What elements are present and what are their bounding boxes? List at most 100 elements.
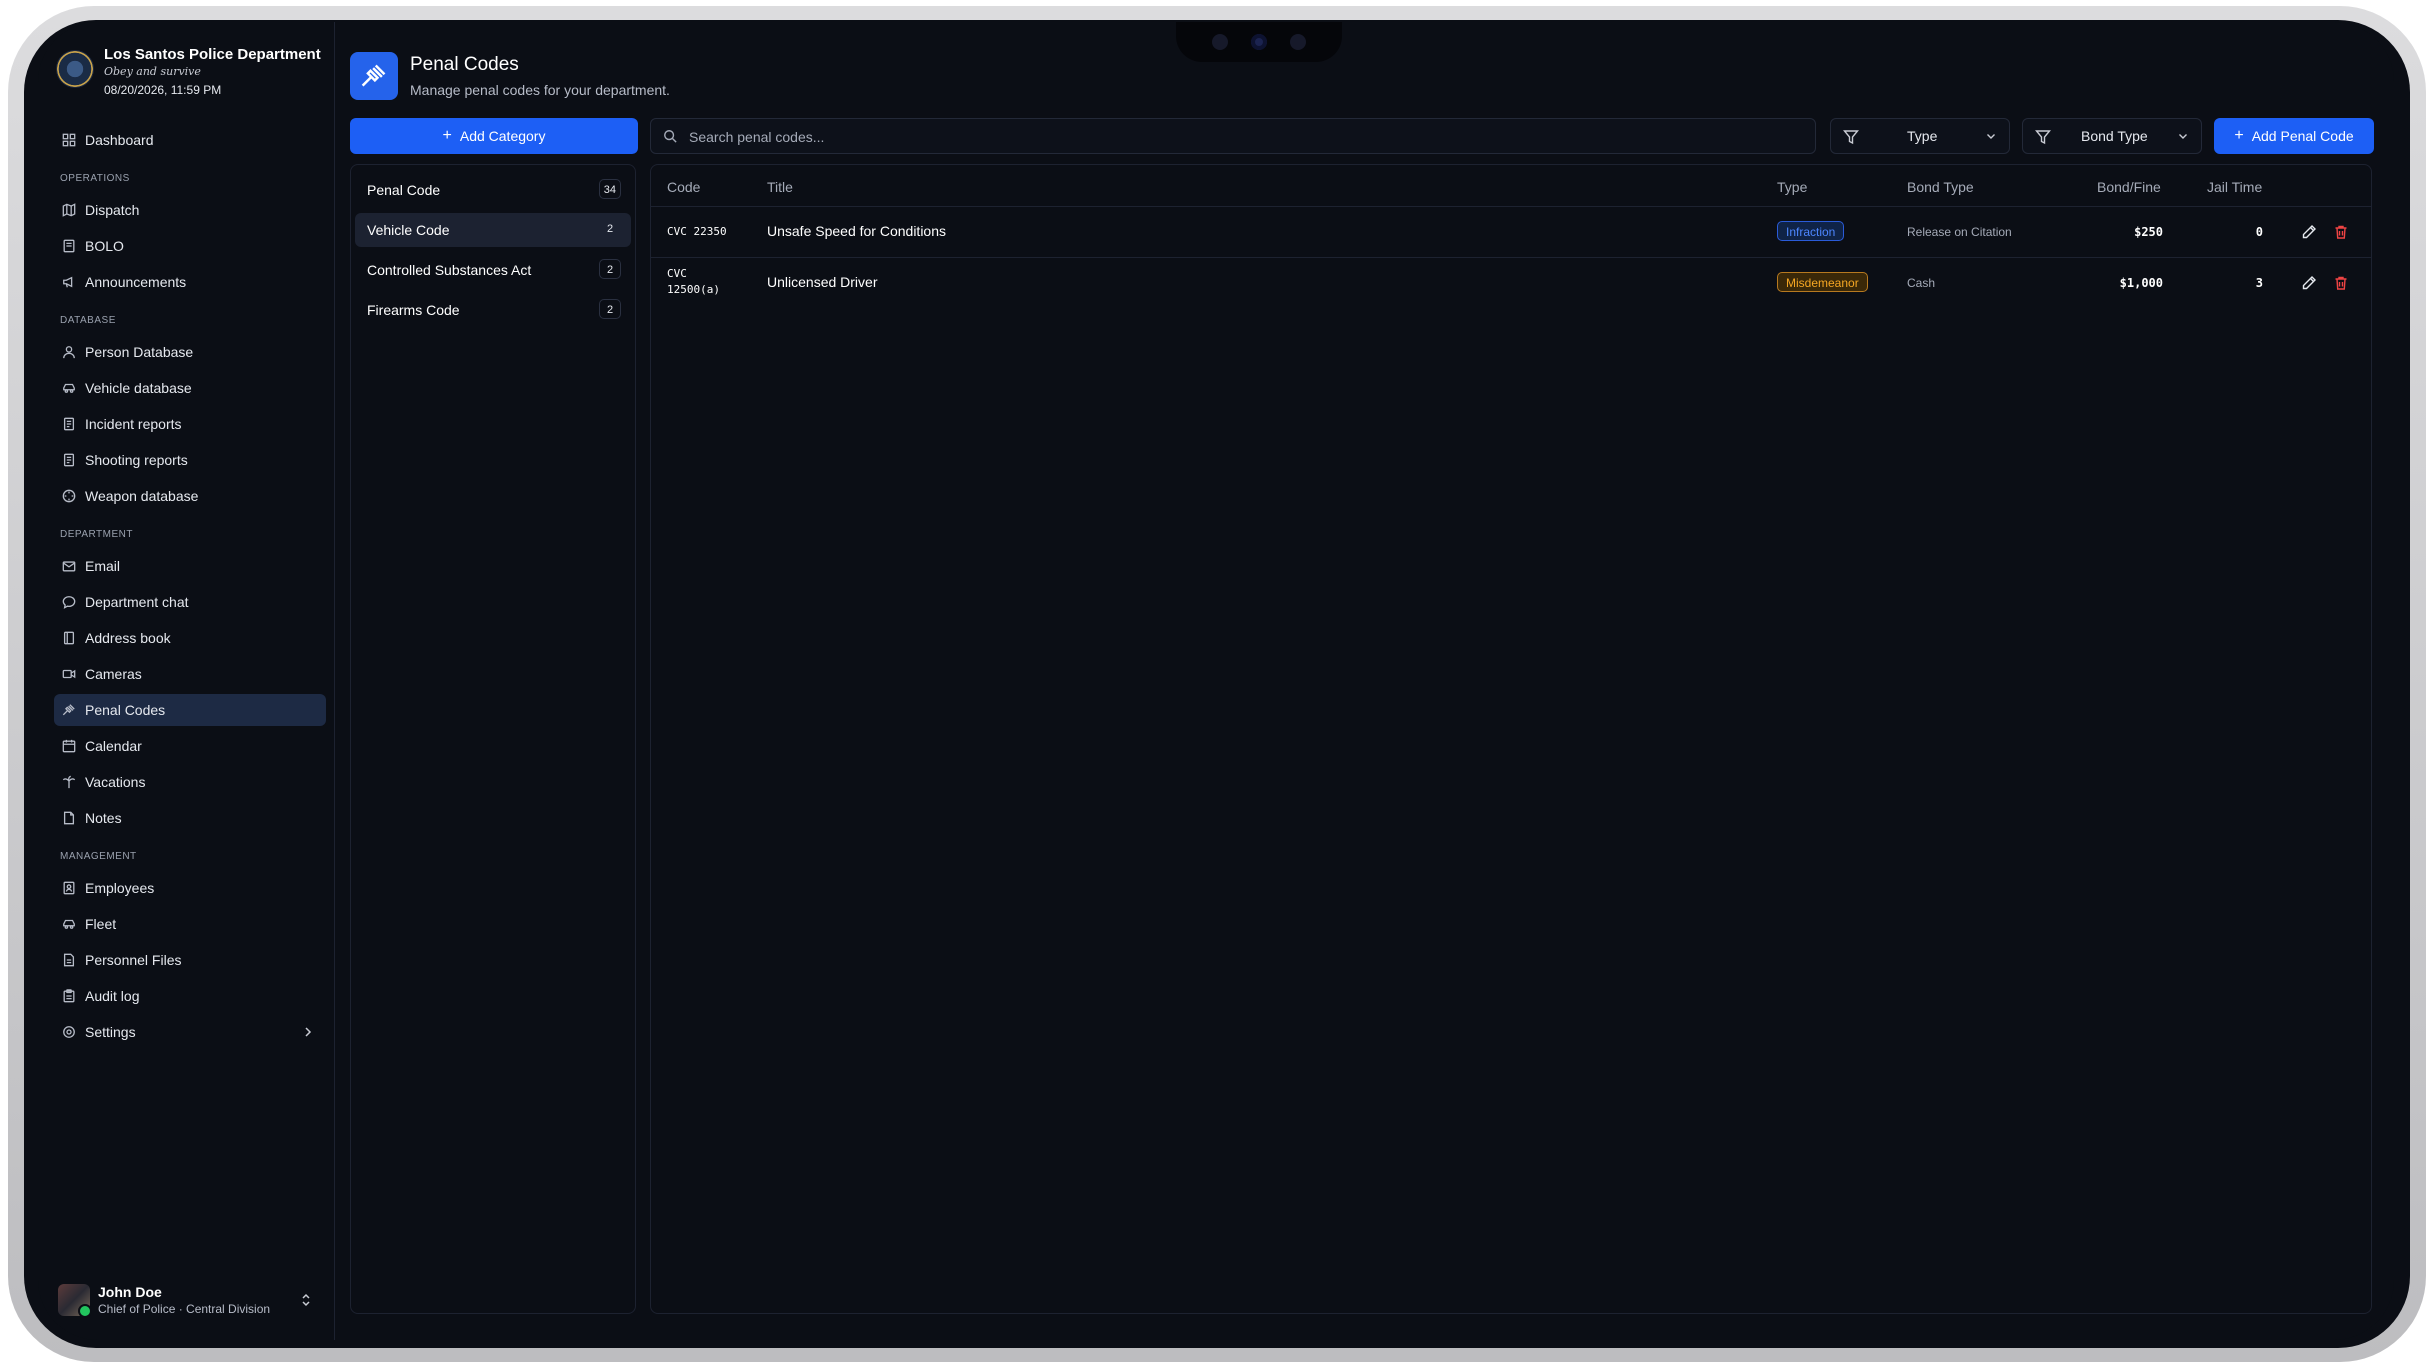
add-category-button[interactable]: + Add Category bbox=[350, 118, 638, 154]
camera-icon bbox=[62, 669, 76, 679]
delete-icon[interactable] bbox=[2333, 224, 2349, 240]
page-icon bbox=[350, 52, 398, 100]
jail-time-cell: 3 bbox=[2255, 276, 2263, 290]
section-title: MANAGEMENT bbox=[60, 851, 137, 862]
add-penal-code-button[interactable]: + Add Penal Code bbox=[2214, 118, 2374, 154]
search-field[interactable] bbox=[650, 118, 1816, 155]
sidebar-item-department-chat[interactable]: Department chat bbox=[54, 586, 326, 618]
category-name: Vehicle Code bbox=[367, 222, 450, 238]
id-card-icon bbox=[63, 881, 75, 895]
sidebar-item-label: Person Database bbox=[85, 344, 194, 360]
column-header-bond-type[interactable]: Bond Type bbox=[1907, 179, 1974, 195]
plus-icon: + bbox=[2234, 127, 2244, 144]
camera-lens bbox=[1251, 34, 1267, 50]
gavel-icon bbox=[361, 64, 386, 87]
category-name: Penal Code bbox=[367, 182, 441, 198]
section-title: DEPARTMENT bbox=[60, 529, 133, 540]
category-item-firearms-code[interactable]: Firearms Code 2 bbox=[355, 293, 631, 327]
org-header[interactable]: Los Santos Police Department Obey and su… bbox=[56, 46, 321, 100]
gavel-icon bbox=[62, 704, 75, 716]
user-menu[interactable]: John Doe Chief of Police · Central Divis… bbox=[58, 1280, 322, 1320]
sidebar-item-announcements[interactable]: Announcements bbox=[54, 266, 326, 298]
sensor-dot bbox=[1212, 34, 1228, 50]
sidebar-item-employees[interactable]: Employees bbox=[54, 872, 326, 904]
type-filter-select[interactable]: Type bbox=[1830, 118, 2010, 154]
user-info: John Doe Chief of Police · Central Divis… bbox=[98, 1284, 270, 1317]
sidebar-item-calendar[interactable]: Calendar bbox=[54, 730, 326, 762]
book-icon bbox=[63, 239, 75, 253]
category-item-penal-code[interactable]: Penal Code 34 bbox=[355, 173, 631, 207]
sidebar-item-cameras[interactable]: Cameras bbox=[54, 658, 326, 690]
sidebar-item-personnel-files[interactable]: Personnel Files bbox=[54, 944, 326, 976]
clipboard-icon bbox=[63, 989, 75, 1003]
sidebar-item-person-database[interactable]: Person Database bbox=[54, 336, 326, 368]
delete-icon[interactable] bbox=[2333, 275, 2349, 291]
category-item-vehicle-code[interactable]: Vehicle Code 2 bbox=[355, 213, 631, 247]
add-penal-code-label: Add Penal Code bbox=[2251, 128, 2354, 144]
sidebar-item-dispatch[interactable]: Dispatch bbox=[54, 194, 326, 226]
column-header-code[interactable]: Code bbox=[667, 179, 700, 195]
sidebar-item-shooting-reports[interactable]: Shooting reports bbox=[54, 444, 326, 476]
edit-icon[interactable] bbox=[2301, 275, 2317, 291]
section-title: OPERATIONS bbox=[60, 173, 130, 184]
column-header-bond-fine[interactable]: Bond/Fine bbox=[2097, 179, 2161, 195]
department-logo bbox=[56, 50, 94, 88]
code-text: 12500(a) bbox=[667, 283, 720, 296]
category-item-controlled-substances-act[interactable]: Controlled Substances Act 2 bbox=[355, 253, 631, 287]
avatar bbox=[58, 1284, 92, 1318]
mail-icon bbox=[62, 561, 76, 572]
category-list: Penal Code 34 Vehicle Code 2 Controlled … bbox=[350, 164, 636, 1314]
add-category-label: Add Category bbox=[459, 128, 546, 144]
sidebar-item-vacations[interactable]: Vacations bbox=[54, 766, 326, 798]
chevron-down-icon bbox=[2179, 134, 2187, 139]
bond-fine-cell: $1,000 bbox=[2119, 276, 2163, 290]
sidebar-item-bolo[interactable]: BOLO bbox=[54, 230, 326, 262]
sidebar-item-fleet[interactable]: Fleet bbox=[54, 908, 326, 940]
plus-icon: + bbox=[442, 127, 452, 144]
sidebar-item-weapon-database[interactable]: Weapon database bbox=[54, 480, 326, 512]
sensor-dot bbox=[1290, 34, 1306, 50]
org-datetime: 08/20/2026, 11:59 PM bbox=[104, 83, 222, 97]
filter-icon bbox=[2035, 130, 2051, 145]
palm-icon bbox=[62, 775, 76, 789]
sidebar-item-label: Vehicle database bbox=[85, 380, 192, 396]
page-title: Penal Codes bbox=[410, 54, 519, 75]
sidebar-item-label: Vacations bbox=[85, 774, 146, 790]
sidebar-item-label: Address book bbox=[85, 630, 171, 646]
column-header-jail-time[interactable]: Jail Time bbox=[2207, 179, 2262, 195]
sidebar-item-label: Audit log bbox=[85, 988, 140, 1004]
bond-type-cell: Cash bbox=[1907, 276, 1936, 290]
note-icon bbox=[63, 811, 75, 825]
type-filter-label: Type bbox=[1907, 128, 1938, 144]
filter-icon bbox=[1843, 130, 1859, 145]
sidebar-item-audit-log[interactable]: Audit log bbox=[54, 980, 326, 1012]
car-icon bbox=[63, 919, 75, 929]
sidebar-item-label: Department chat bbox=[85, 594, 189, 610]
sidebar-item-label: Shooting reports bbox=[85, 452, 188, 468]
sidebar-item-address-book[interactable]: Address book bbox=[54, 622, 326, 654]
column-header-title[interactable]: Title bbox=[767, 179, 793, 195]
sidebar-item-dashboard[interactable]: Dashboard bbox=[54, 124, 326, 156]
sidebar-item-notes[interactable]: Notes bbox=[54, 802, 326, 834]
sidebar-item-label: Calendar bbox=[85, 738, 142, 754]
sidebar-item-incident-reports[interactable]: Incident reports bbox=[54, 408, 326, 440]
table-row[interactable]: CVC 22350 Unsafe Speed for Conditions In… bbox=[651, 207, 2371, 257]
column-header-type[interactable]: Type bbox=[1777, 179, 1807, 195]
bond-type-filter-select[interactable]: Bond Type bbox=[2022, 118, 2202, 154]
camera-notch bbox=[1176, 22, 1342, 62]
search-input[interactable] bbox=[687, 119, 1791, 155]
table-row[interactable]: CVC 12500(a) Unlicensed Driver Misdemean… bbox=[651, 258, 2371, 308]
category-count-badge: 2 bbox=[599, 259, 621, 279]
report-icon bbox=[63, 453, 75, 467]
category-count-badge: 2 bbox=[599, 299, 621, 319]
edit-icon[interactable] bbox=[2301, 224, 2317, 240]
sidebar: Los Santos Police Department Obey and su… bbox=[38, 22, 335, 1340]
sidebar-item-vehicle-database[interactable]: Vehicle database bbox=[54, 372, 326, 404]
person-icon bbox=[63, 346, 75, 359]
chevron-down-icon bbox=[1987, 134, 1995, 139]
category-name: Controlled Substances Act bbox=[367, 262, 532, 278]
sidebar-item-penal-codes[interactable]: Penal Codes bbox=[54, 694, 326, 726]
page-subtitle: Manage penal codes for your department. bbox=[410, 82, 670, 98]
sidebar-item-email[interactable]: Email bbox=[54, 550, 326, 582]
sidebar-item-settings[interactable]: Settings bbox=[54, 1016, 326, 1048]
